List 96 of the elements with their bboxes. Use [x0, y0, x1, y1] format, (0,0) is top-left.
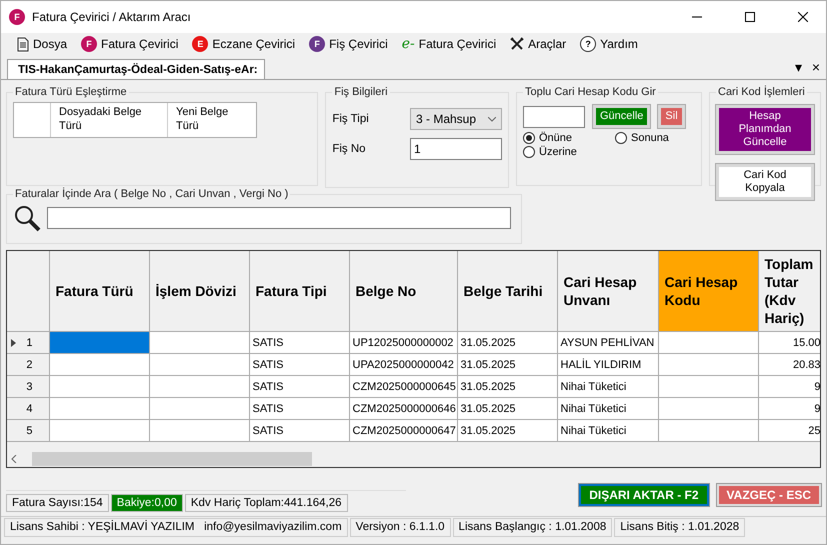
status-field: Versiyon : 6.1.1.0 — [350, 518, 451, 537]
field-label: Fiş No — [332, 143, 366, 155]
action-button[interactable]: Güncelle — [593, 105, 650, 128]
table-cell: Nihai Tüketici — [557, 376, 658, 398]
row-number: 3 — [7, 376, 49, 398]
column-header[interactable]: Toplam Tutar (Kdv Hariç) — [758, 251, 820, 332]
app-logo: F — [9, 9, 25, 25]
status-field: Lisans Başlangıç : 1.01.2008 — [452, 518, 612, 537]
group-title: Fatura Türü Eşleştirme — [14, 86, 128, 98]
column-header[interactable]: Cari Hesap Unvanı — [557, 251, 658, 332]
radio-button[interactable] — [615, 132, 627, 144]
window-title: Fatura Çevirici / Aktarım Aracı — [32, 10, 192, 24]
table-cell: 31.05.2025 — [457, 354, 557, 376]
radio-button[interactable] — [523, 132, 535, 144]
action-button[interactable]: Sil — [658, 105, 685, 128]
table-cell: AYSUN PEHLİVAN — [557, 332, 658, 354]
fis-no-field[interactable]: 1 — [410, 138, 502, 160]
letter-badge-icon: E — [192, 36, 208, 52]
table-cell: SATIS — [249, 420, 349, 442]
table-cell: 20.83 — [758, 354, 820, 376]
menu-item[interactable]: e- Fatura Çevirici — [402, 36, 496, 52]
action-button[interactable]: Hesap Planımdan Güncelle — [716, 105, 814, 154]
column-header[interactable]: Belge No — [349, 251, 457, 332]
table-cell: SATIS — [249, 332, 349, 354]
summary-field: Bakiye:0,00 — [110, 494, 183, 512]
tab-list-dropdown[interactable]: ▾ — [795, 59, 802, 75]
row-number: 5 — [7, 420, 49, 442]
action-button[interactable]: VAZGEÇ - ESC — [716, 484, 821, 506]
scroll-left-icon[interactable] — [10, 455, 18, 463]
radio-option[interactable]: Önüne — [523, 132, 615, 144]
action-button[interactable]: DIŞARI AKTAR - F2 — [579, 484, 709, 506]
table-cell: CZM2025000000646 — [349, 398, 457, 420]
table-cell: 31.05.2025 — [457, 376, 557, 398]
table-cell: Nihai Tüketici — [557, 398, 658, 420]
menu-item[interactable]: Dosya — [17, 36, 68, 52]
action-button[interactable]: Cari Kod Kopyala — [716, 164, 814, 200]
table-cell: CZM2025000000645 — [349, 376, 457, 398]
column-header[interactable]: Fatura Türü — [49, 251, 149, 332]
document-icon — [17, 36, 29, 52]
row-number: 1 — [7, 332, 49, 354]
tools-icon — [510, 37, 524, 51]
scrollbar-thumb[interactable] — [32, 452, 312, 466]
column-header[interactable]: Fatura Tipi — [249, 251, 349, 332]
table-cell: 25 — [758, 420, 820, 442]
table-cell: SATIS — [249, 398, 349, 420]
current-row-icon — [11, 339, 16, 347]
column-header: Yeni Belge Türü — [167, 103, 253, 137]
e-logo-icon: e- — [402, 36, 415, 52]
help-icon: ? — [580, 36, 596, 52]
tab-close-button[interactable]: × — [812, 59, 820, 75]
radio-button[interactable] — [523, 146, 535, 158]
table-cell: 9 — [758, 398, 820, 420]
column-header: Dosyadaki Belge Türü — [50, 103, 167, 137]
document-tab[interactable]: TIS-HakanÇamurtaş-Ödeal-Giden-Satış-eAr: — [7, 59, 265, 79]
group-title: Cari Kod İşlemleri — [717, 86, 806, 98]
group-title: Faturalar İçinde Ara ( Belge No , Cari Unvan , Vergi No ) — [14, 188, 290, 200]
status-field: Lisans Sahibi : YEŞİLMAVİ YAZILIM info@yesilmaviyazilim.com — [4, 518, 348, 537]
table-cell: UP12025000000002 — [349, 332, 457, 354]
table-cell: UPA2025000000042 — [349, 354, 457, 376]
summary-field: Kdv Hariç Toplam:441.164,26 — [184, 494, 348, 512]
table-cell: 31.05.2025 — [457, 332, 557, 354]
table-cell: 15.00 — [758, 332, 820, 354]
table-cell: CZM2025000000647 — [349, 420, 457, 442]
column-header[interactable]: İşlem Dövizi — [149, 251, 249, 332]
close-icon — [798, 12, 808, 22]
fis-type-dropdown[interactable]: 3 - Mahsup — [410, 108, 502, 130]
column-header[interactable]: Cari Hesap Kodu — [658, 251, 758, 332]
menu-item[interactable]: F Fatura Çevirici — [81, 36, 178, 52]
summary-field: Fatura Sayısı:154 — [6, 494, 109, 512]
menu-item[interactable]: Araçlar — [510, 37, 566, 51]
maximize-icon — [745, 12, 755, 22]
group-title: Toplu Cari Hesap Kodu Gir — [524, 86, 657, 98]
group-title: Fiş Bilgileri — [333, 86, 389, 98]
table-cell: SATIS — [249, 354, 349, 376]
table-cell: 9 — [758, 376, 820, 398]
menu-item[interactable]: F Fiş Çevirici — [309, 36, 388, 52]
table-cell: 31.05.2025 — [457, 420, 557, 442]
letter-badge-icon: F — [81, 36, 98, 52]
column-header[interactable]: Belge Tarihi — [457, 251, 557, 332]
radio-option[interactable]: Üzerine — [523, 146, 615, 158]
row-number: 4 — [7, 398, 49, 420]
menu-item[interactable]: E Eczane Çevirici — [192, 36, 296, 52]
status-field: Lisans Bitiş : 1.01.2028 — [614, 518, 746, 537]
table-cell: Nihai Tüketici — [557, 420, 658, 442]
letter-badge-icon: F — [309, 36, 326, 52]
table-cell: 31.05.2025 — [457, 398, 557, 420]
chevron-icon — [488, 116, 496, 122]
account-code-field[interactable] — [523, 106, 585, 128]
row-number: 2 — [7, 354, 49, 376]
search-field[interactable] — [47, 207, 511, 229]
radio-option[interactable]: Sonuna — [615, 132, 695, 144]
table-cell: HALİL YILDIRIM — [557, 354, 658, 376]
menu-item[interactable]: ? Yardım — [580, 36, 638, 52]
field-label: Fiş Tipi — [332, 113, 369, 125]
search-icon — [13, 204, 43, 232]
table-cell: SATIS — [249, 376, 349, 398]
